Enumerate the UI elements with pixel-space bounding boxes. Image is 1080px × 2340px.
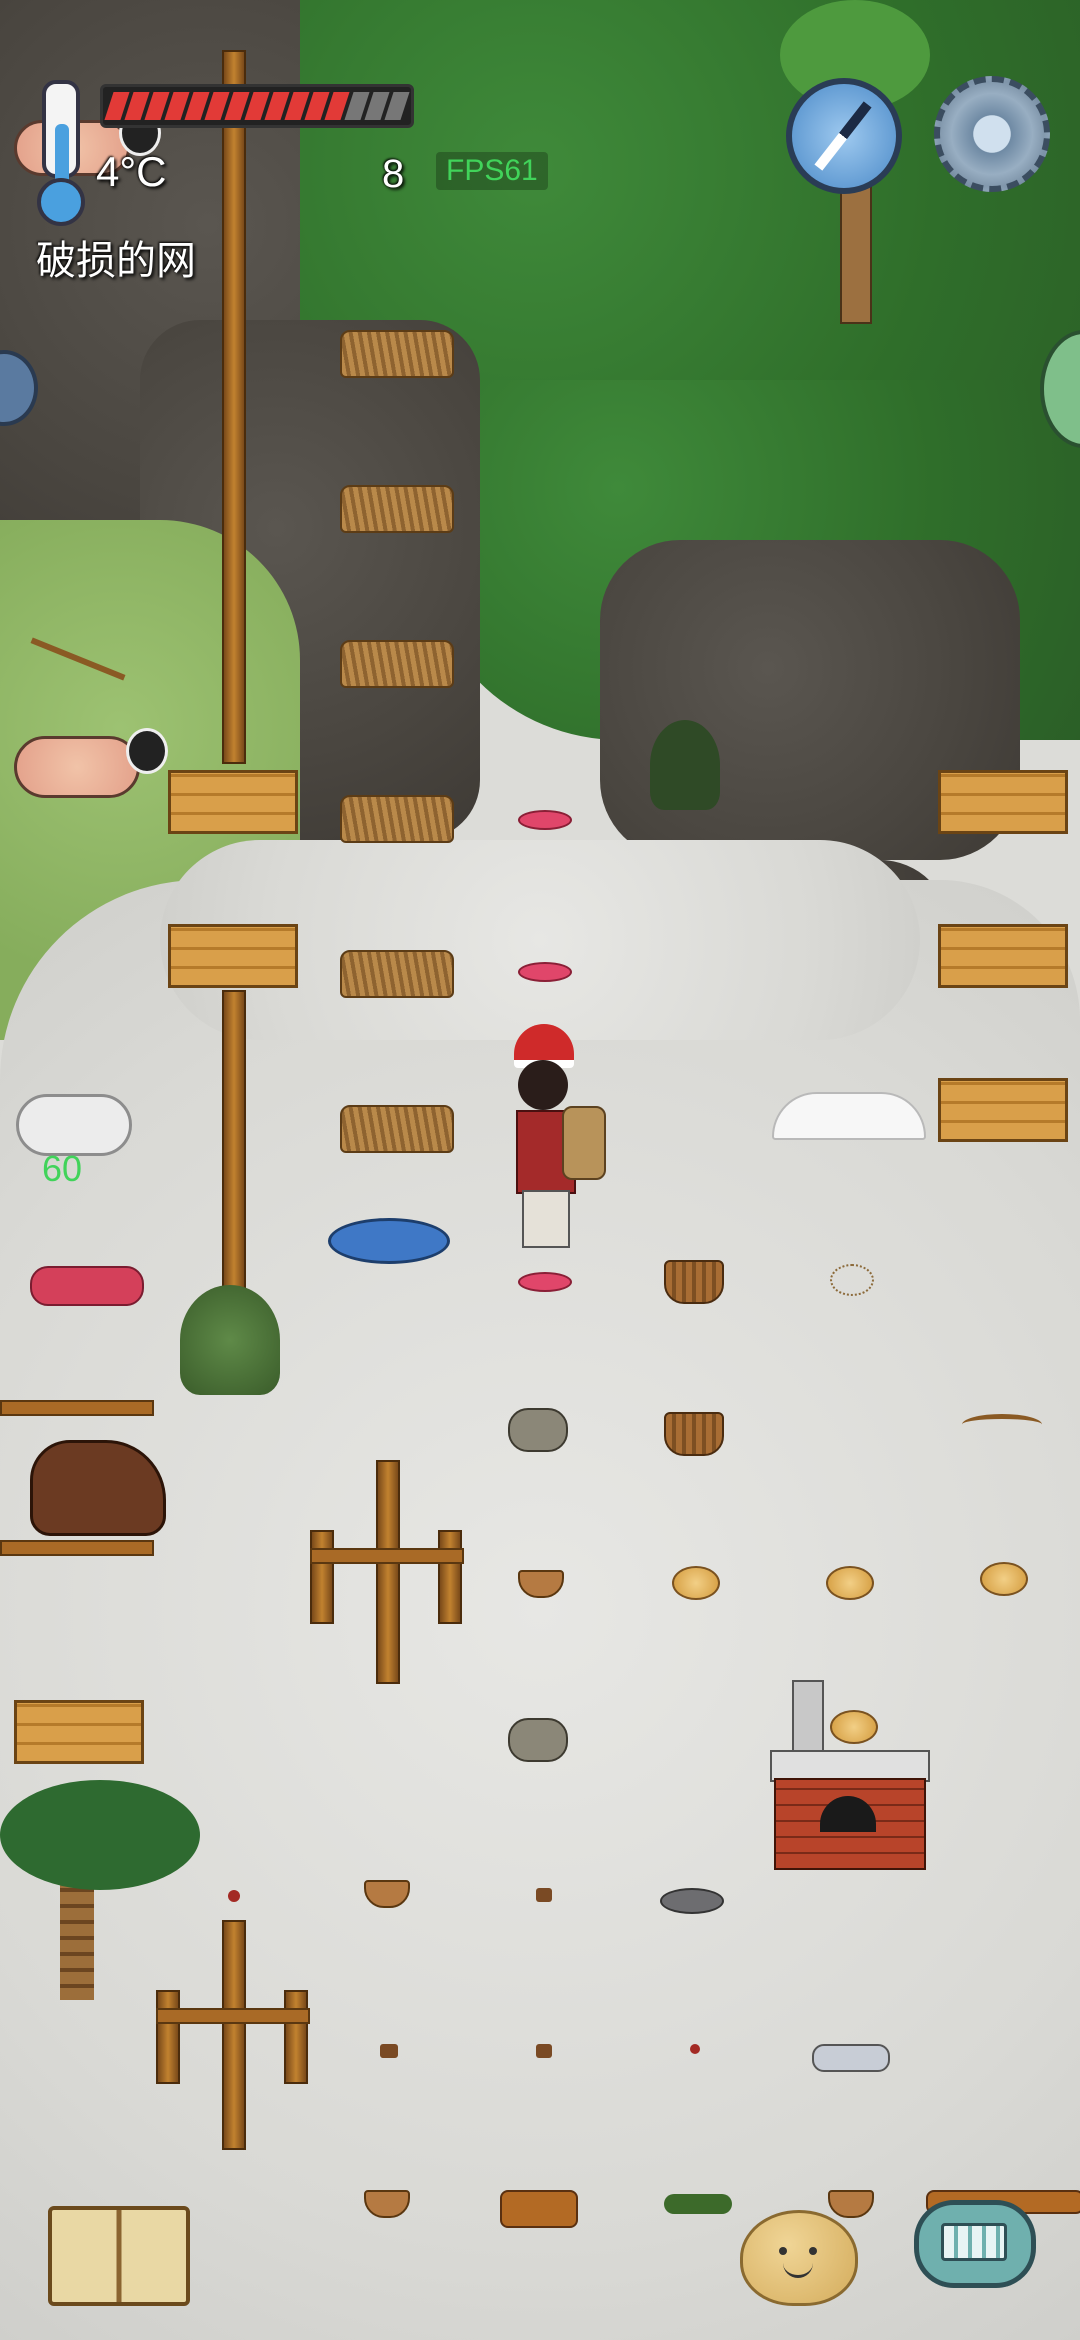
small-seed[interactable] (228, 1890, 240, 1902)
compass-needle (814, 101, 872, 171)
raw-meat-skewer[interactable] (30, 1266, 144, 1306)
fence-post (310, 1530, 334, 1624)
small-seed[interactable] (536, 1888, 552, 1902)
open-book-icon[interactable] (48, 2206, 190, 2306)
hay-bale[interactable] (340, 795, 454, 843)
stone-pile[interactable] (508, 1408, 568, 1452)
stones[interactable] (660, 1888, 724, 1914)
small-seed[interactable] (536, 2044, 552, 2058)
hay-bale[interactable] (340, 330, 454, 378)
wooden-fence[interactable] (306, 1460, 466, 1690)
flint-stone[interactable] (812, 2044, 890, 2072)
food-counter: 8 (382, 152, 405, 196)
player-character[interactable] (508, 1024, 606, 1248)
raw-fish[interactable] (518, 962, 572, 982)
fps-counter: FPS61 (436, 152, 548, 190)
held-item-name: 破损的网 (36, 239, 196, 283)
item-count-label: 60 (42, 1148, 83, 1189)
sheep[interactable] (14, 728, 168, 808)
oven-pie (830, 1710, 878, 1744)
fence-rail (310, 1548, 464, 1564)
small-seed[interactable] (690, 2044, 700, 2054)
crate-with-arrows[interactable] (938, 1078, 1068, 1142)
herb-bundle[interactable] (664, 2194, 732, 2214)
potato-eye (779, 2247, 787, 2255)
health-bar (100, 84, 414, 128)
wooden-crate[interactable] (168, 924, 298, 988)
snowy-boulder[interactable] (16, 1094, 132, 1156)
basket-with-berries[interactable] (664, 1412, 724, 1456)
sheep-head (126, 728, 168, 774)
wooden-crate[interactable] (14, 1700, 144, 1764)
keyboard-chat-icon[interactable] (914, 2200, 1036, 2288)
horse (30, 1440, 166, 1536)
horse-cart[interactable] (0, 1380, 180, 1620)
crate-with-arrows[interactable] (938, 770, 1068, 834)
stone-pile[interactable] (508, 1718, 568, 1762)
keyboard-keys (941, 2223, 1007, 2261)
hay-bale[interactable] (340, 640, 454, 688)
palm-leaves (0, 1780, 200, 1890)
berry-bush[interactable] (650, 720, 720, 810)
basket-with-carrots[interactable] (664, 1260, 724, 1304)
potato-eye (809, 2247, 817, 2255)
wooden-post[interactable] (222, 990, 246, 1334)
fence-post (284, 1990, 308, 2084)
pie-stack[interactable] (980, 1562, 1028, 1596)
health-segment (384, 92, 410, 120)
ice-hole[interactable] (328, 1218, 450, 1264)
wooden-post[interactable] (222, 50, 246, 764)
thermometer-icon (32, 80, 92, 226)
crate-with-arrows[interactable] (938, 924, 1068, 988)
brick-oven[interactable] (770, 1680, 930, 1870)
pie[interactable] (826, 1566, 874, 1600)
hay-bale[interactable] (340, 950, 454, 998)
hay-bale[interactable] (340, 1105, 454, 1153)
small-seed[interactable] (380, 2044, 398, 2058)
cart-rail (0, 1540, 154, 1556)
fence-post (376, 1460, 400, 1684)
character-legs (522, 1190, 570, 1248)
oven-chimney (792, 1680, 824, 1754)
sheep-body (14, 736, 140, 798)
hay-bale[interactable] (340, 485, 454, 533)
pie[interactable] (672, 1566, 720, 1600)
potato-mouth (783, 2261, 813, 2278)
rose-bush[interactable] (180, 1285, 280, 1395)
dry-twig[interactable] (830, 1264, 874, 1296)
snow-pile[interactable] (772, 1092, 926, 1140)
wooden-log[interactable] (500, 2190, 578, 2228)
crossbow[interactable] (962, 1414, 1042, 1435)
backpack (562, 1106, 606, 1180)
thermometer-bulb (37, 178, 85, 226)
raw-fish[interactable] (518, 810, 572, 830)
smiley-potato-icon[interactable] (740, 2210, 858, 2306)
character-head (518, 1060, 568, 1110)
compass-icon[interactable] (786, 78, 902, 194)
fence-post (438, 1530, 462, 1624)
raw-fish[interactable] (518, 1272, 572, 1292)
cart-rail (0, 1400, 154, 1416)
fence-post (222, 1920, 246, 2150)
palm-tree[interactable] (0, 1780, 200, 2020)
temperature-readout: 4°C (96, 148, 167, 195)
wooden-crate[interactable] (168, 770, 298, 834)
gear-icon[interactable] (934, 76, 1050, 192)
game-world[interactable]: 60 4°C 破损的网 8 FPS61 (0, 0, 1080, 2340)
